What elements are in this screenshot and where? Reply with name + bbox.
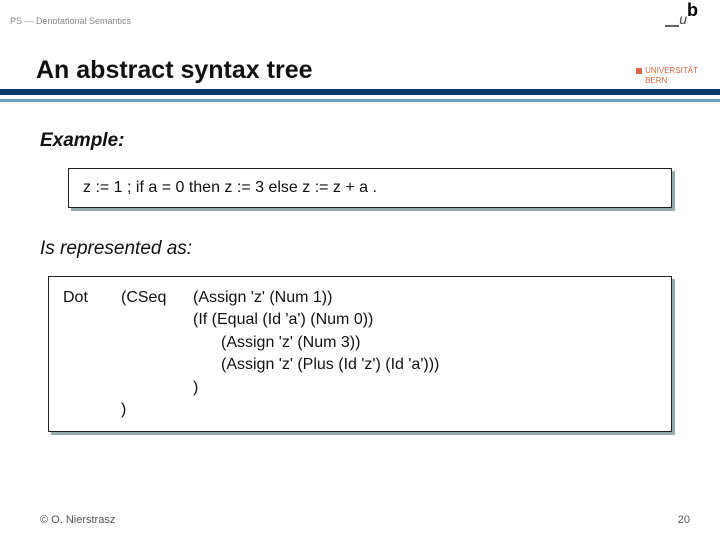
- ast-code-box: Dot (CSeq (Assign 'z' (Num 1)) (If (Equa…: [48, 276, 672, 432]
- ast-close-seq: ): [121, 399, 193, 421]
- logo-ub-icon: ub: [665, 11, 698, 27]
- footer: © O. Nierstrasz 20: [40, 514, 690, 526]
- header-bar: PS — Denotational Semantics ub: [0, 0, 720, 50]
- university-name: UNIVERSITÄT BERN: [632, 66, 698, 85]
- ast-line2: (If (Equal (Id 'a') (Num 0)): [193, 309, 657, 331]
- copyright: © O. Nierstrasz: [40, 514, 115, 526]
- ast-root: Dot: [63, 287, 121, 309]
- represented-label: Is represented as:: [40, 238, 680, 260]
- uni-line2: BERN: [636, 76, 698, 86]
- ast-seq: (CSeq: [121, 287, 193, 309]
- square-icon: [636, 68, 642, 74]
- ast-close-if: ): [193, 377, 657, 399]
- example-code-box: z := 1 ; if a = 0 then z := 3 else z := …: [68, 168, 672, 208]
- ast-line4: (Assign 'z' (Plus (Id 'z') (Id 'a'))): [193, 354, 657, 376]
- header-topic: PS — Denotational Semantics: [10, 16, 131, 26]
- page-number: 20: [678, 514, 690, 526]
- ast-line1: (Assign 'z' (Num 1)): [193, 287, 657, 309]
- ast-line3: (Assign 'z' (Num 3)): [193, 332, 657, 354]
- university-logo: ub: [665, 8, 698, 29]
- slide-title: An abstract syntax tree: [36, 56, 720, 85]
- example-label: Example:: [40, 130, 680, 152]
- example-code: z := 1 ; if a = 0 then z := 3 else z := …: [83, 179, 377, 196]
- title-band: An abstract syntax tree: [0, 50, 720, 95]
- content-area: Example: z := 1 ; if a = 0 then z := 3 e…: [0, 102, 720, 432]
- uni-line1: UNIVERSITÄT: [645, 66, 698, 75]
